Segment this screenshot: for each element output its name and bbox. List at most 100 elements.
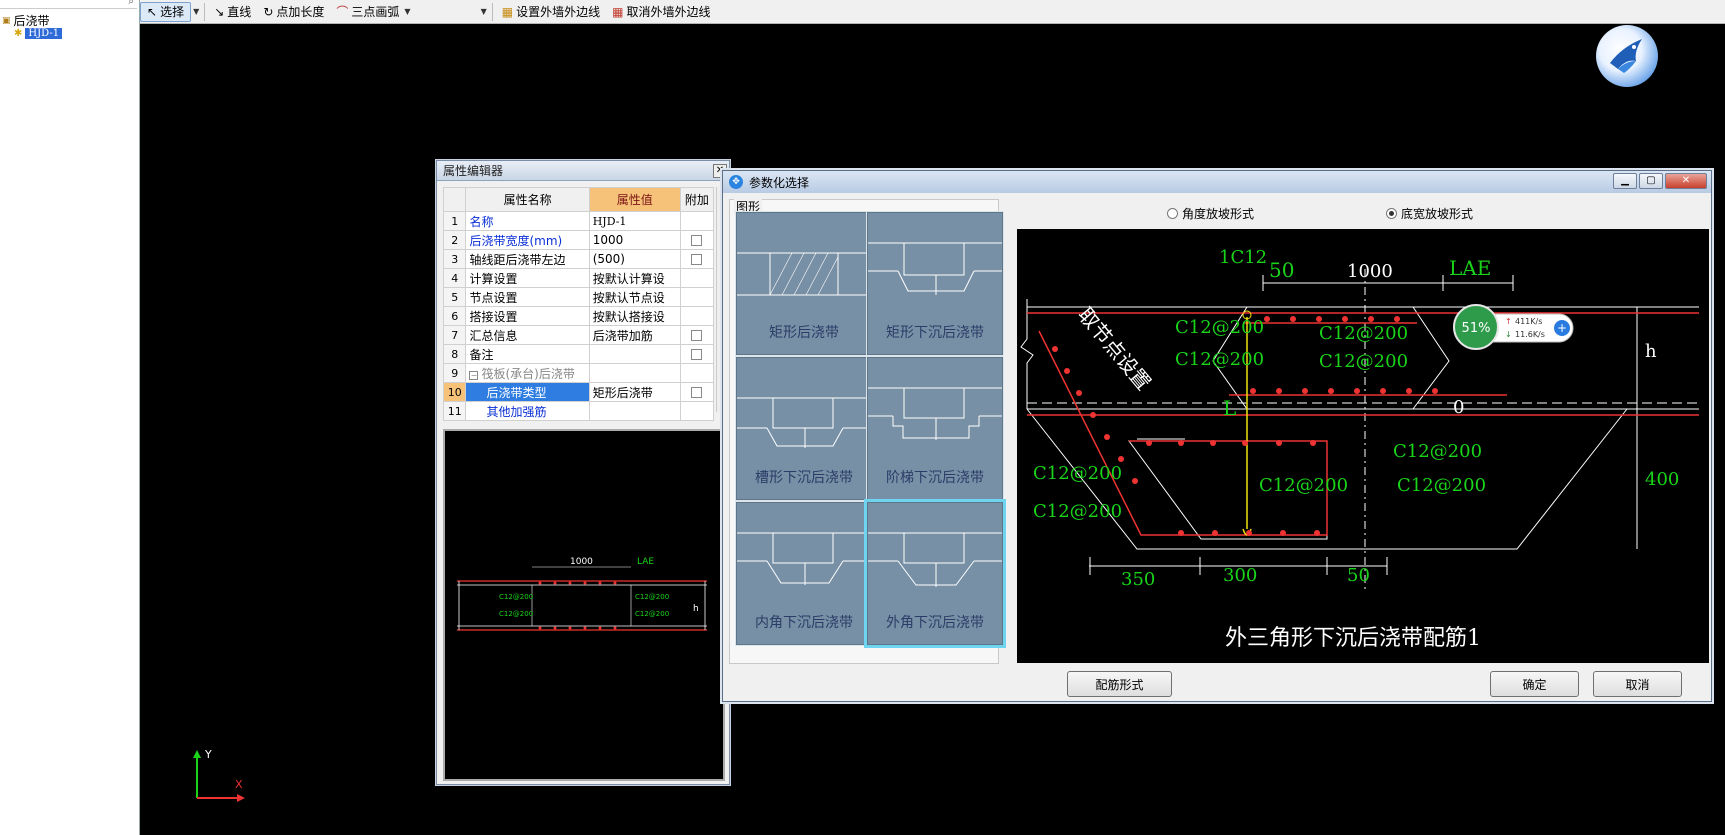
set-outer-wall-button[interactable]: ▦ 设置外墙外边线 bbox=[496, 2, 606, 22]
property-value[interactable]: (500) bbox=[588, 249, 681, 269]
property-value[interactable]: 按默认搭接设 bbox=[588, 306, 681, 326]
property-name: 名称 bbox=[465, 211, 590, 231]
property-name: 轴线距后浇带左边 bbox=[465, 249, 590, 269]
preview-lae-dim: LAE bbox=[637, 557, 654, 567]
shape-thumb-outer-corner[interactable]: 外角下沉后浇带 bbox=[864, 499, 1006, 648]
tree-root-label: 后浇带 bbox=[13, 14, 50, 28]
line-label: 直线 bbox=[227, 5, 252, 19]
close-icon[interactable]: ✕ bbox=[1665, 173, 1707, 189]
rotate-icon: ↻ bbox=[263, 4, 274, 19]
preview-rebar-label: C12@200 bbox=[635, 610, 669, 618]
extra-cell bbox=[679, 249, 715, 269]
property-name: 备注 bbox=[465, 344, 590, 364]
table-row[interactable]: 11 其他加强筋 bbox=[442, 401, 715, 421]
network-speed-widget[interactable]: + 51% ↑ 411K/s ↓ 11.6K/s bbox=[1453, 304, 1577, 350]
shape-thumb-inner-corner[interactable]: 内角下沉后浇带 bbox=[735, 501, 873, 646]
extra-cell bbox=[679, 363, 715, 383]
property-name: 计算设置 bbox=[465, 268, 590, 288]
radio-angle-slope[interactable]: 角度放坡形式 bbox=[1167, 205, 1254, 222]
extra-checkbox[interactable] bbox=[691, 330, 703, 341]
radio-dot[interactable] bbox=[1167, 207, 1178, 219]
property-name: 后浇带类型 bbox=[465, 382, 590, 402]
search-icon[interactable]: ⌕ bbox=[128, 0, 134, 7]
rebar-detail-canvas: 1C12 50 LAE C12@200 C12@200 C12@200 C12@… bbox=[1017, 229, 1709, 663]
extra-checkbox[interactable] bbox=[691, 254, 703, 265]
set-outer-label: 设置外墙外边线 bbox=[516, 5, 601, 19]
rebar-form-button[interactable]: 配筋形式 bbox=[1067, 671, 1172, 697]
rebar-label-3: C12@200 bbox=[1175, 349, 1264, 370]
property-name: 后浇带宽度(mm) bbox=[465, 230, 590, 250]
shape-thumb-trough[interactable]: 槽形下沉后浇带 bbox=[735, 356, 873, 501]
table-row[interactable]: 6 搭接设置 按默认搭接设 bbox=[442, 306, 715, 326]
app-logo bbox=[1596, 25, 1658, 87]
property-table: 属性名称 属性值 附加 1 名称 HJD-1 2 后浇带宽度(mm) 1000 3 轴线距… bbox=[442, 187, 715, 421]
dim-1000-label: 1000 bbox=[1347, 261, 1393, 282]
table-row[interactable]: 1 名称 HJD-1 bbox=[442, 211, 715, 231]
row-number: 7 bbox=[442, 325, 467, 345]
ucs-axes: Y X bbox=[193, 748, 245, 802]
down-arrow-icon: ↓ bbox=[1505, 330, 1512, 339]
property-value[interactable] bbox=[588, 344, 681, 364]
dim-50-top: 50 bbox=[1269, 258, 1294, 282]
property-value[interactable]: 矩形后浇带 bbox=[588, 382, 681, 402]
line-tool-button[interactable]: ↘ 直线 bbox=[208, 2, 257, 22]
shape-thumb-rect[interactable]: 矩形后浇带 bbox=[735, 211, 873, 356]
row-number: 2 bbox=[442, 230, 467, 250]
table-row[interactable]: 5 节点设置 按默认节点设 bbox=[442, 287, 715, 307]
property-value[interactable] bbox=[588, 401, 681, 421]
bird-icon bbox=[1610, 39, 1642, 73]
element-icon: ✱ bbox=[14, 28, 23, 39]
table-row[interactable]: 8 备注 bbox=[442, 344, 715, 364]
property-value[interactable]: 按默认节点设 bbox=[588, 287, 681, 307]
table-row[interactable]: 3 轴线距后浇带左边 (500) bbox=[442, 249, 715, 269]
radio-width-slope[interactable]: 底宽放坡形式 bbox=[1386, 205, 1473, 222]
up-arrow-icon: ↑ bbox=[1505, 317, 1512, 326]
ok-button[interactable]: 确定 bbox=[1490, 671, 1579, 697]
extra-checkbox[interactable] bbox=[691, 349, 703, 360]
draw-toolbar: ↖ 选择 ▼ ↘ 直线 ↻ 点加长度 ⌒ 三点画弧 ▼ ▼ ▦ 设置外墙外边线 … bbox=[140, 0, 1725, 24]
shape-label: 矩形后浇带 bbox=[769, 325, 839, 341]
radio-dot-selected[interactable] bbox=[1386, 207, 1398, 219]
cancel-button[interactable]: 取消 bbox=[1593, 671, 1682, 697]
row-number: 4 bbox=[442, 268, 467, 288]
download-speed: 11.6K/s bbox=[1515, 330, 1545, 339]
select-tool-button[interactable]: ↖ 选择 bbox=[140, 1, 192, 22]
property-value[interactable]: 1000 bbox=[588, 230, 681, 250]
collapse-icon[interactable]: − bbox=[469, 370, 479, 380]
row-number-header bbox=[442, 187, 467, 212]
app-icon: ✥ bbox=[729, 175, 743, 189]
shape-thumb-rect-sunken[interactable]: 矩形下沉后浇带 bbox=[866, 211, 1004, 356]
arc-dropdown-arrow[interactable]: ▼ bbox=[402, 7, 412, 16]
window-controls: ▁ ▢ ✕ bbox=[1613, 173, 1707, 189]
table-row[interactable]: 2 后浇带宽度(mm) 1000 bbox=[442, 230, 715, 250]
minimize-icon[interactable]: ▁ bbox=[1613, 173, 1637, 189]
rebar-label-8: C12@200 bbox=[1397, 475, 1486, 496]
property-value[interactable]: 按默认计算设 bbox=[588, 268, 681, 288]
table-row[interactable]: 4 计算设置 按默认计算设 bbox=[442, 268, 715, 288]
tree-node-hjd1[interactable]: ✱ HJD-1 bbox=[14, 28, 63, 39]
property-group[interactable]: − 筏板(承台)后浇带 bbox=[465, 363, 590, 383]
top-bar-label: 1C12 bbox=[1219, 247, 1267, 268]
property-value[interactable]: HJD-1 bbox=[588, 211, 681, 231]
maximize-icon[interactable]: ▢ bbox=[1639, 173, 1663, 189]
extra-checkbox[interactable] bbox=[691, 387, 703, 398]
extra-checkbox[interactable] bbox=[691, 235, 703, 246]
dialog-title: 参数化选择 bbox=[749, 175, 810, 190]
shape-thumb-step[interactable]: 阶梯下沉后浇带 bbox=[866, 356, 1004, 501]
table-row-selected[interactable]: 10 后浇带类型 矩形后浇带 bbox=[442, 382, 715, 402]
select-dropdown-arrow[interactable]: ▼ bbox=[191, 7, 201, 16]
preview-width-dim: 1000 bbox=[570, 557, 593, 567]
toolbar-dropdown-arrow[interactable]: ▼ bbox=[479, 7, 489, 16]
tree-node-root[interactable]: ▣ 后浇带 bbox=[2, 12, 50, 29]
table-row[interactable]: 9− 筏板(承台)后浇带 bbox=[442, 363, 715, 383]
dim-300-label: 300 bbox=[1223, 565, 1257, 586]
point-length-button[interactable]: ↻ 点加长度 bbox=[257, 2, 330, 22]
lae-label: LAE bbox=[1449, 256, 1491, 280]
radio-label: 角度放坡形式 bbox=[1182, 206, 1255, 221]
dialog-titlebar[interactable]: ✥ 参数化选择 bbox=[723, 171, 1711, 193]
cancel-outer-wall-button[interactable]: ▦ 取消外墙外边线 bbox=[606, 2, 716, 22]
arc-tool-button[interactable]: ⌒ 三点画弧 ▼ bbox=[330, 2, 418, 22]
table-row[interactable]: 7 汇总信息 后浇带加筋 bbox=[442, 325, 715, 345]
property-value[interactable]: 后浇带加筋 bbox=[588, 325, 681, 345]
